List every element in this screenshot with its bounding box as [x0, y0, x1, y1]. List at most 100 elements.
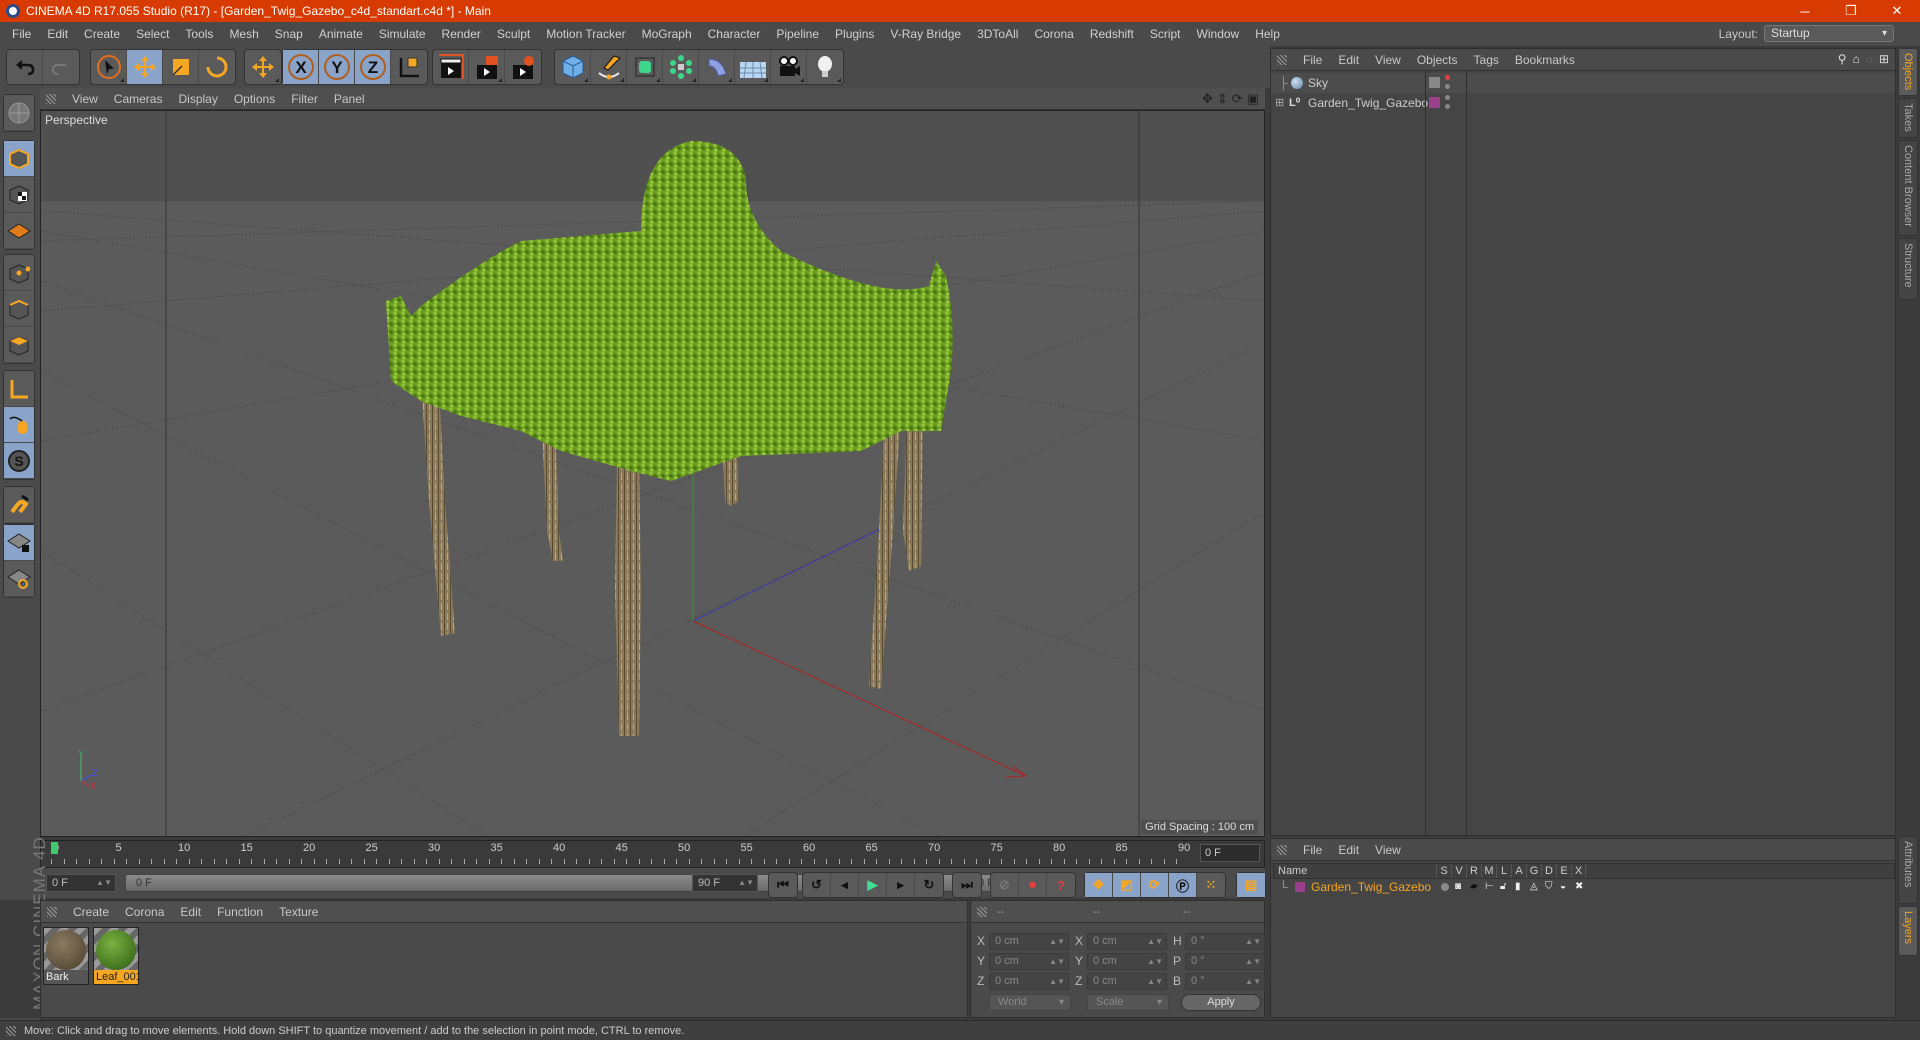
key-position-icon[interactable]: ✥ [1085, 873, 1113, 897]
coordinate-mode-dropdown[interactable]: World [989, 994, 1071, 1011]
render-settings-icon[interactable] [505, 50, 541, 84]
object-row-garden-twig-gazebo[interactable]: ⊞ L⁰ Garden_Twig_Gazebo [1271, 93, 1895, 113]
column-divider[interactable] [1425, 71, 1426, 835]
points-mode-icon[interactable] [4, 255, 34, 291]
model-mode-icon[interactable] [4, 141, 34, 177]
light-icon[interactable] [807, 50, 843, 84]
z-axis-lock-icon[interactable]: Z [355, 50, 391, 84]
coordinate-system-icon[interactable] [391, 50, 427, 84]
menu-motion-tracker[interactable]: Motion Tracker [538, 27, 633, 41]
material-menu-create[interactable]: Create [65, 905, 117, 919]
viewport-menu-view[interactable]: View [64, 92, 106, 106]
object-row-sky[interactable]: ├ Sky [1271, 73, 1895, 93]
column-deformers[interactable]: D [1541, 864, 1556, 878]
layer-menu-file[interactable]: File [1295, 843, 1330, 857]
record-disabled-icon[interactable]: ⊘ [991, 873, 1019, 897]
minimize-icon[interactable]: ─ [1782, 0, 1828, 22]
menu-window[interactable]: Window [1189, 27, 1248, 41]
position-x-field[interactable]: 0 cm ▲▼ [989, 933, 1069, 950]
viewport-menu-display[interactable]: Display [170, 92, 225, 106]
texture-mode-icon[interactable] [4, 177, 34, 213]
dolly-icon[interactable]: ⇕ [1217, 91, 1228, 107]
column-xref[interactable]: X [1571, 864, 1586, 878]
floor-icon[interactable] [735, 50, 771, 84]
layer-color-swatch[interactable] [1295, 882, 1305, 892]
column-solo[interactable]: S [1436, 864, 1451, 878]
layer-color-swatch[interactable] [1429, 97, 1440, 108]
menu-file[interactable]: File [4, 27, 39, 41]
make-editable-icon[interactable] [4, 95, 34, 131]
column-generators[interactable]: G [1526, 864, 1541, 878]
menu-mograph[interactable]: MoGraph [634, 27, 700, 41]
key-point-level-icon[interactable]: ⁙ [1197, 873, 1225, 897]
object-menu-tags[interactable]: Tags [1466, 53, 1507, 67]
size-z-field[interactable]: 0 cm ▲▼ [1087, 973, 1167, 990]
edges-mode-icon[interactable] [4, 291, 34, 327]
object-menu-view[interactable]: View [1367, 53, 1409, 67]
xref-toggle-icon[interactable]: ✖ [1575, 879, 1583, 895]
tab-objects[interactable]: Objects [1898, 48, 1918, 96]
layer-row[interactable]: └ Garden_Twig_Gazebo ◙ ▰ ⊢ 🔓︎ ▮ ◬ ⛉ ◒ ✖ [1273, 879, 1895, 895]
panel-grip-icon[interactable] [1277, 54, 1287, 65]
layer-menu-edit[interactable]: Edit [1330, 843, 1367, 857]
menu-tools[interactable]: Tools [177, 27, 221, 41]
menu-create[interactable]: Create [76, 27, 128, 41]
autokey-icon[interactable]: ⏺ [1019, 873, 1047, 897]
deformers-toggle-icon[interactable]: ⛉ [1545, 879, 1553, 895]
end-frame-field[interactable]: 90 F ▲▼ [692, 874, 758, 892]
panel-grip-icon[interactable] [1277, 844, 1287, 855]
panel-grip-icon[interactable] [47, 906, 57, 917]
recent-tool-icon[interactable] [245, 50, 281, 84]
menu-animate[interactable]: Animate [311, 27, 371, 41]
menu-corona[interactable]: Corona [1026, 27, 1081, 41]
planar-workplane-icon[interactable] [4, 561, 34, 597]
pen-spline-icon[interactable] [591, 50, 627, 84]
object-menu-edit[interactable]: Edit [1330, 53, 1367, 67]
rotate-icon[interactable] [199, 50, 235, 84]
tab-attributes[interactable]: Attributes [1898, 836, 1918, 904]
panel-grip-icon[interactable] [977, 906, 987, 917]
panel-grip-icon[interactable] [46, 93, 56, 104]
y-axis-lock-icon[interactable]: Y [319, 50, 355, 84]
position-y-field[interactable]: 0 cm ▲▼ [989, 953, 1069, 970]
snap-icon[interactable] [4, 487, 34, 523]
key-scale-icon[interactable]: ◩ [1113, 873, 1141, 897]
viewport-menu-cameras[interactable]: Cameras [106, 92, 171, 106]
key-rotation-icon[interactable]: ⟳ [1141, 873, 1169, 897]
render-toggle-icon[interactable]: ▰ [1470, 879, 1478, 895]
eye-icon[interactable]: ◌ [1866, 52, 1873, 66]
transform-mode-dropdown[interactable]: Scale [1087, 994, 1169, 1011]
go-to-end-icon[interactable]: ⏭ [953, 873, 981, 897]
axis-mode-icon[interactable] [4, 371, 34, 407]
restore-icon[interactable]: ❐ [1828, 0, 1874, 22]
menu-3dtoall[interactable]: 3DToAll [969, 27, 1026, 41]
camera-icon[interactable] [771, 50, 807, 84]
menu-vray-bridge[interactable]: V-Ray Bridge [882, 27, 969, 41]
go-to-start-icon[interactable]: ⏮ [769, 873, 797, 897]
previous-frame-icon[interactable]: ◂ [831, 873, 859, 897]
play-icon[interactable]: ▶ [859, 873, 887, 897]
key-parameter-icon[interactable]: Ⓟ [1169, 873, 1197, 897]
column-name[interactable]: Name [1274, 864, 1436, 878]
tab-structure[interactable]: Structure [1898, 238, 1918, 300]
maximize-icon[interactable]: ▣ [1247, 91, 1259, 107]
render-view-icon[interactable] [433, 50, 469, 84]
next-key-icon[interactable]: ↻ [915, 873, 943, 897]
bend-deformer-icon[interactable] [699, 50, 735, 84]
material-bark[interactable]: Bark [43, 927, 89, 985]
new-window-icon[interactable]: ⊞ [1879, 52, 1889, 66]
tab-takes[interactable]: Takes [1898, 98, 1918, 138]
frame-ruler[interactable]: 051015202530354045505560657075808590 [51, 841, 1190, 867]
workplane-mode-icon[interactable] [4, 213, 34, 249]
timeline-icon[interactable]: ▤ [1237, 873, 1265, 897]
close-icon[interactable]: ✕ [1874, 0, 1920, 22]
object-menu-objects[interactable]: Objects [1409, 53, 1466, 67]
menu-edit[interactable]: Edit [39, 27, 76, 41]
material-menu-corona[interactable]: Corona [117, 905, 172, 919]
editor-visibility-dot[interactable] [1445, 95, 1450, 100]
tab-content-browser[interactable]: Content Browser [1898, 140, 1918, 236]
orbit-icon[interactable]: ⟳ [1232, 91, 1243, 107]
timeline-ruler[interactable]: 051015202530354045505560657075808590 0 F [40, 840, 1265, 868]
manager-toggle-icon[interactable]: ⊢ [1485, 879, 1494, 895]
rotation-b-field[interactable]: 0 ° ▲▼ [1185, 973, 1265, 990]
